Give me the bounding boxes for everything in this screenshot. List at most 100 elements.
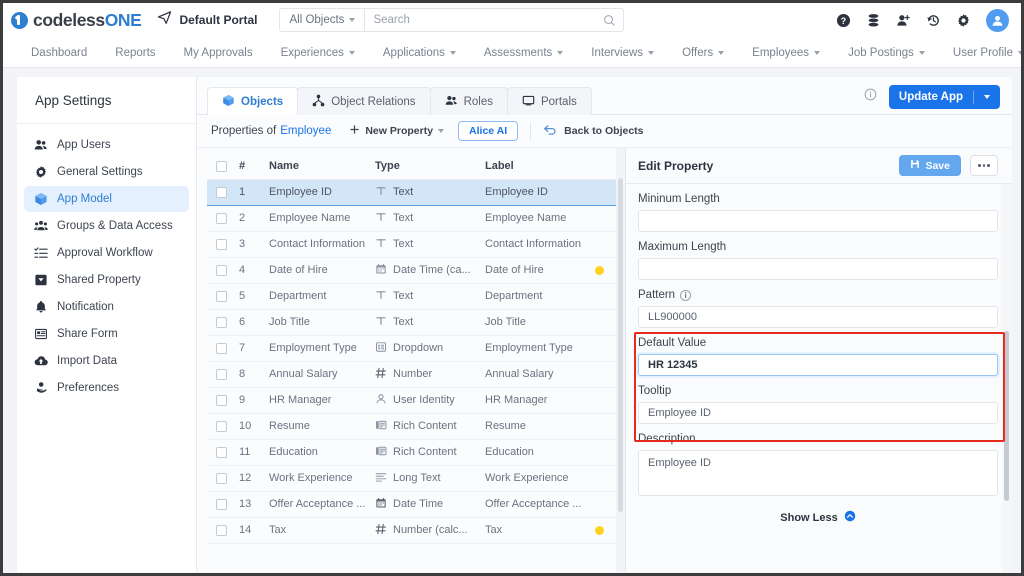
row-number: 8 (239, 361, 269, 387)
col-header-number[interactable]: # (239, 154, 269, 179)
save-button[interactable]: Save (899, 155, 961, 176)
row-checkbox[interactable] (216, 395, 227, 406)
table-row[interactable]: 10 Resume Rich Content Resume (207, 413, 625, 439)
tab-object-relations[interactable]: Object Relations (297, 87, 430, 115)
table-row[interactable]: 13 Offer Acceptance ... Date Time Offer … (207, 491, 625, 517)
back-to-objects-label: Back to Objects (564, 125, 643, 137)
sidebar-item-groups-data-access[interactable]: Groups & Data Access (24, 213, 189, 239)
nav-item-job-postings[interactable]: Job Postings (834, 38, 939, 67)
table-row[interactable]: 11 Education Rich Content Education (207, 439, 625, 465)
table-row[interactable]: 3 Contact Information Text Contact Infor… (207, 231, 625, 257)
col-header-name[interactable]: Name (269, 154, 375, 179)
add-user-icon[interactable] (896, 13, 911, 28)
sidebar-item-app-model[interactable]: App Model (24, 186, 189, 212)
select-all-checkbox[interactable] (216, 161, 227, 172)
row-checkbox[interactable] (216, 499, 227, 510)
row-checkbox[interactable] (216, 525, 227, 536)
table-row[interactable]: 2 Employee Name Text Employee Name (207, 205, 625, 231)
sidebar-item-share-form[interactable]: Share Form (24, 321, 189, 347)
nav-item-assessments[interactable]: Assessments (470, 38, 577, 67)
sidebar-item-shared-property[interactable]: Shared Property (24, 267, 189, 293)
gear-icon[interactable] (956, 13, 971, 28)
show-less-button[interactable]: Show Less (638, 510, 998, 525)
row-type-label: Rich Content (393, 420, 457, 432)
nav-item-interviews[interactable]: Interviews (577, 38, 668, 67)
row-checkbox[interactable] (216, 239, 227, 250)
tab-portals[interactable]: Portals (507, 87, 592, 115)
table-row[interactable]: 1 Employee ID Text Employee ID (207, 179, 625, 205)
row-checkbox[interactable] (216, 369, 227, 380)
table-row[interactable]: 4 Date of Hire Date Time (ca... Date of … (207, 257, 625, 283)
default-value-label: Default Value (638, 337, 998, 349)
nav-item-user-profile[interactable]: User Profile (939, 38, 1024, 67)
row-checkbox[interactable] (216, 317, 227, 328)
row-checkbox[interactable] (216, 187, 227, 198)
row-select-cell (207, 413, 239, 439)
row-name: Employee ID (269, 179, 375, 205)
sidebar-item-preferences[interactable]: Preferences (24, 375, 189, 401)
nav-item-employees[interactable]: Employees (738, 38, 834, 67)
search-scope-dropdown[interactable]: All Objects (280, 9, 365, 31)
maximum-length-input[interactable] (638, 258, 998, 280)
row-checkbox[interactable] (216, 343, 227, 354)
col-header-label[interactable]: Label (485, 154, 595, 179)
sidebar-item-approval-workflow[interactable]: Approval Workflow (24, 240, 189, 266)
back-to-objects-button[interactable]: Back to Objects (543, 124, 643, 139)
search-button[interactable] (595, 9, 623, 31)
more-options-button[interactable] (970, 155, 998, 176)
row-checkbox[interactable] (216, 291, 227, 302)
tag-icon (33, 273, 48, 287)
properties-object-link[interactable]: Employee (280, 125, 331, 137)
info-icon[interactable]: i (680, 290, 691, 301)
tab-objects[interactable]: Objects (207, 87, 298, 115)
table-row[interactable]: 6 Job Title Text Job Title (207, 309, 625, 335)
search-input[interactable] (365, 9, 595, 31)
row-checkbox[interactable] (216, 421, 227, 432)
pattern-input[interactable] (638, 306, 998, 328)
description-textarea[interactable]: Employee ID (638, 450, 998, 496)
portal-selector[interactable]: Default Portal (157, 10, 257, 30)
table-row[interactable]: 14 Tax Number (calc... Tax (207, 517, 625, 543)
chevron-down-icon[interactable] (984, 95, 990, 99)
row-checkbox[interactable] (216, 213, 227, 224)
nav-item-experiences[interactable]: Experiences (267, 38, 369, 67)
tab-roles[interactable]: Roles (430, 87, 508, 115)
update-app-button[interactable]: Update App (889, 85, 1000, 109)
info-icon[interactable] (864, 88, 877, 106)
avatar[interactable] (986, 9, 1009, 32)
table-row[interactable]: 7 Employment Type Dropdown Employment Ty… (207, 335, 625, 361)
table-scrollbar-thumb[interactable] (618, 178, 623, 512)
logo-text-dark: codeless (33, 10, 105, 30)
table-row[interactable]: 12 Work Experience Long Text Work Experi… (207, 465, 625, 491)
nav-item-reports[interactable]: Reports (101, 38, 169, 67)
nav-item-applications[interactable]: Applications (369, 38, 470, 67)
database-icon[interactable] (866, 13, 881, 28)
table-row[interactable]: 9 HR Manager User Identity HR Manager (207, 387, 625, 413)
nav-item-offers[interactable]: Offers (668, 38, 738, 67)
history-icon[interactable] (926, 13, 941, 28)
default-value-input[interactable] (638, 354, 998, 376)
table-row[interactable]: 5 Department Text Department (207, 283, 625, 309)
row-checkbox[interactable] (216, 473, 227, 484)
sidebar-item-general-settings[interactable]: General Settings (24, 159, 189, 185)
row-checkbox[interactable] (216, 265, 227, 276)
row-checkbox[interactable] (216, 447, 227, 458)
minimum-length-input[interactable] (638, 210, 998, 232)
col-header-type[interactable]: Type (375, 154, 485, 179)
sidebar-item-notification[interactable]: Notification (24, 294, 189, 320)
row-name: Tax (269, 517, 375, 543)
tooltip-input[interactable] (638, 402, 998, 424)
table-row[interactable]: 8 Annual Salary Number Annual Salary (207, 361, 625, 387)
app-logo[interactable]: codelessONE (11, 10, 141, 31)
nav-item-my-approvals[interactable]: My Approvals (170, 38, 267, 67)
alice-ai-button[interactable]: Alice AI (458, 121, 518, 141)
sidebar-item-app-users[interactable]: App Users (24, 132, 189, 158)
top-bar: codelessONE Default Portal All Objects ? (3, 3, 1021, 38)
panel-scrollbar-thumb[interactable] (1004, 331, 1009, 501)
help-icon[interactable]: ? (836, 13, 851, 28)
nav-item-dashboard[interactable]: Dashboard (17, 38, 101, 67)
number-icon (375, 523, 387, 538)
row-name: Department (269, 283, 375, 309)
new-property-button[interactable]: New Property (349, 124, 444, 138)
sidebar-item-import-data[interactable]: Import Data (24, 348, 189, 374)
